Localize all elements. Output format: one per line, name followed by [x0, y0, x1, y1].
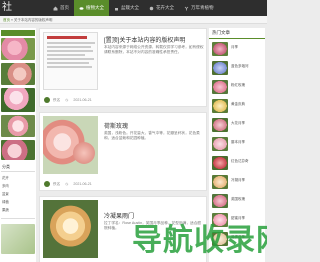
hot-article-title[interactable]: 蓝色多瑙河: [231, 64, 249, 69]
flower-thumbnail[interactable]: [1, 115, 35, 137]
article-title[interactable]: 冷凝果雨门: [104, 211, 204, 220]
sidebar-link[interactable]: 花卉: [2, 175, 9, 180]
hot-article[interactable]: 大花月季: [212, 118, 262, 135]
flower-icon: [149, 6, 154, 11]
article-thumbnail: [212, 61, 228, 75]
nav-item-flowers[interactable]: 花卉大全: [144, 0, 179, 16]
hot-article-title[interactable]: 冷凝月季: [231, 178, 245, 183]
hot-article[interactable]: 蓝色多瑙河: [212, 61, 262, 78]
avatar: [44, 181, 50, 187]
page: 社 首页 植物大全 盆栽大全 花卉大全 万年青植物 首页 » 关于本站内容的版权…: [0, 0, 267, 262]
hot-article[interactable]: 粉红玫瑰: [212, 80, 262, 97]
divider: [1, 218, 35, 219]
article-thumbnail: [212, 175, 228, 189]
clock-icon: ◷: [65, 98, 69, 102]
nav-item-evergreen[interactable]: 万年青植物: [179, 0, 219, 16]
author-name[interactable]: 佚名: [53, 98, 60, 103]
clock-icon: ◷: [65, 182, 69, 186]
hot-article-title[interactable]: 红色达芬奇: [231, 159, 249, 164]
home-icon: [53, 6, 58, 11]
article-thumbnail: [212, 99, 228, 113]
hot-article-title[interactable]: 月季: [231, 45, 238, 50]
article-thumbnail: [212, 156, 228, 170]
article-card[interactable]: 荷斯玫瑰 英国，浅粉色。开花量大，香气中等，花瓣呈杯状，花色柔和，适合盆栽和花园…: [39, 112, 207, 191]
article-image[interactable]: [43, 200, 98, 258]
hot-article-title[interactable]: 甜蜜月季: [231, 216, 245, 221]
avatar: [44, 97, 50, 103]
flower-thumbnail[interactable]: [1, 88, 35, 112]
sidebar-heading: 热门文章: [212, 30, 230, 35]
left-sidebar: 分类 花卉 多肉 盆景 绿植 果蔬: [0, 28, 36, 262]
breadcrumb-home[interactable]: 首页: [3, 18, 10, 22]
hot-article[interactable]: 红色达芬奇: [212, 156, 262, 173]
main-nav: 首页 植物大全 盆栽大全 花卉大全 万年青植物: [48, 0, 219, 16]
leaf-icon: [79, 6, 84, 11]
watermark: 导航收录网: [132, 223, 267, 258]
nav-label: 花卉大全: [156, 5, 174, 10]
pot-icon: [114, 6, 119, 11]
hot-article-title[interactable]: 黄金庆典: [231, 102, 245, 107]
divider: [209, 38, 265, 39]
ad-thumbnail[interactable]: [1, 224, 35, 254]
article-image[interactable]: [43, 116, 98, 174]
article-thumbnail: [212, 194, 228, 208]
hot-article[interactable]: 英国玫瑰: [212, 194, 262, 211]
site-logo[interactable]: 社: [2, 1, 28, 15]
breadcrumb-current: 关于本站内容的版权声明: [13, 18, 53, 22]
nav-item-bonsai[interactable]: 盆栽大全: [109, 0, 144, 16]
article-title[interactable]: [置顶]关于本站内容的版权声明: [104, 35, 204, 44]
article-thumbnail: [212, 42, 228, 56]
article-date: 2021-06-21: [73, 98, 92, 102]
nav-label: 首页: [60, 5, 69, 10]
article-card[interactable]: [置顶]关于本站内容的版权声明 本站内容来源于网络公开资源，转载仅供学习参考，如…: [39, 28, 207, 107]
sidebar-link[interactable]: 盆景: [2, 191, 9, 196]
sidebar-link[interactable]: 多肉: [2, 183, 9, 188]
article-date: 2021-06-21: [73, 182, 92, 186]
nav-label: 盆栽大全: [121, 5, 139, 10]
nav-item-home[interactable]: 首页: [48, 0, 74, 16]
article-thumbnail: [212, 118, 228, 132]
flower-thumbnail[interactable]: [1, 140, 35, 160]
article-image[interactable]: [43, 32, 98, 90]
nav-label: 万年青植物: [191, 5, 214, 10]
sidebar-heading-bar: [1, 30, 35, 36]
sidebar-heading: 分类: [2, 164, 10, 169]
flower-thumbnail[interactable]: [1, 38, 35, 60]
sidebar-link[interactable]: 绿植: [2, 199, 9, 204]
plant-icon: [184, 6, 189, 11]
sidebar-link[interactable]: 果蔬: [2, 207, 9, 212]
flower-thumbnail[interactable]: [1, 63, 35, 85]
author-name[interactable]: 佚名: [53, 182, 60, 187]
hot-article-title[interactable]: 大花月季: [231, 121, 245, 126]
nav-label: 植物大全: [86, 5, 104, 10]
article-thumbnail: [212, 80, 228, 94]
article-thumbnail: [212, 137, 228, 151]
nav-item-plants[interactable]: 植物大全: [74, 0, 109, 16]
hot-article[interactable]: 月季: [212, 42, 262, 59]
article-meta: 佚名 ◷ 2021-06-21: [44, 181, 92, 187]
article-meta: 佚名 ◷ 2021-06-21: [44, 97, 92, 103]
hot-article-title[interactable]: 藤本月季: [231, 140, 245, 145]
article-excerpt: 英国，浅粉色。开花量大，香气中等，花瓣呈杯状，花色柔和，适合盆栽和花园种植。: [104, 131, 200, 140]
article-excerpt: 本站内容来源于网络公开资源，转载仅供学习参考，如有侵权请联系删除，本站不对内容的…: [104, 45, 204, 54]
hot-article[interactable]: 藤本月季: [212, 137, 262, 154]
breadcrumb: 首页 » 关于本站内容的版权声明: [0, 16, 267, 24]
hot-article-title[interactable]: 英国玫瑰: [231, 197, 245, 202]
hot-article[interactable]: 冷凝月季: [212, 175, 262, 192]
article-title[interactable]: 荷斯玫瑰: [104, 121, 204, 130]
divider: [1, 171, 35, 172]
site-header: 社 首页 植物大全 盆栽大全 花卉大全 万年青植物: [0, 0, 267, 16]
hot-article-title[interactable]: 粉红玫瑰: [231, 83, 245, 88]
hot-article[interactable]: 黄金庆典: [212, 99, 262, 116]
